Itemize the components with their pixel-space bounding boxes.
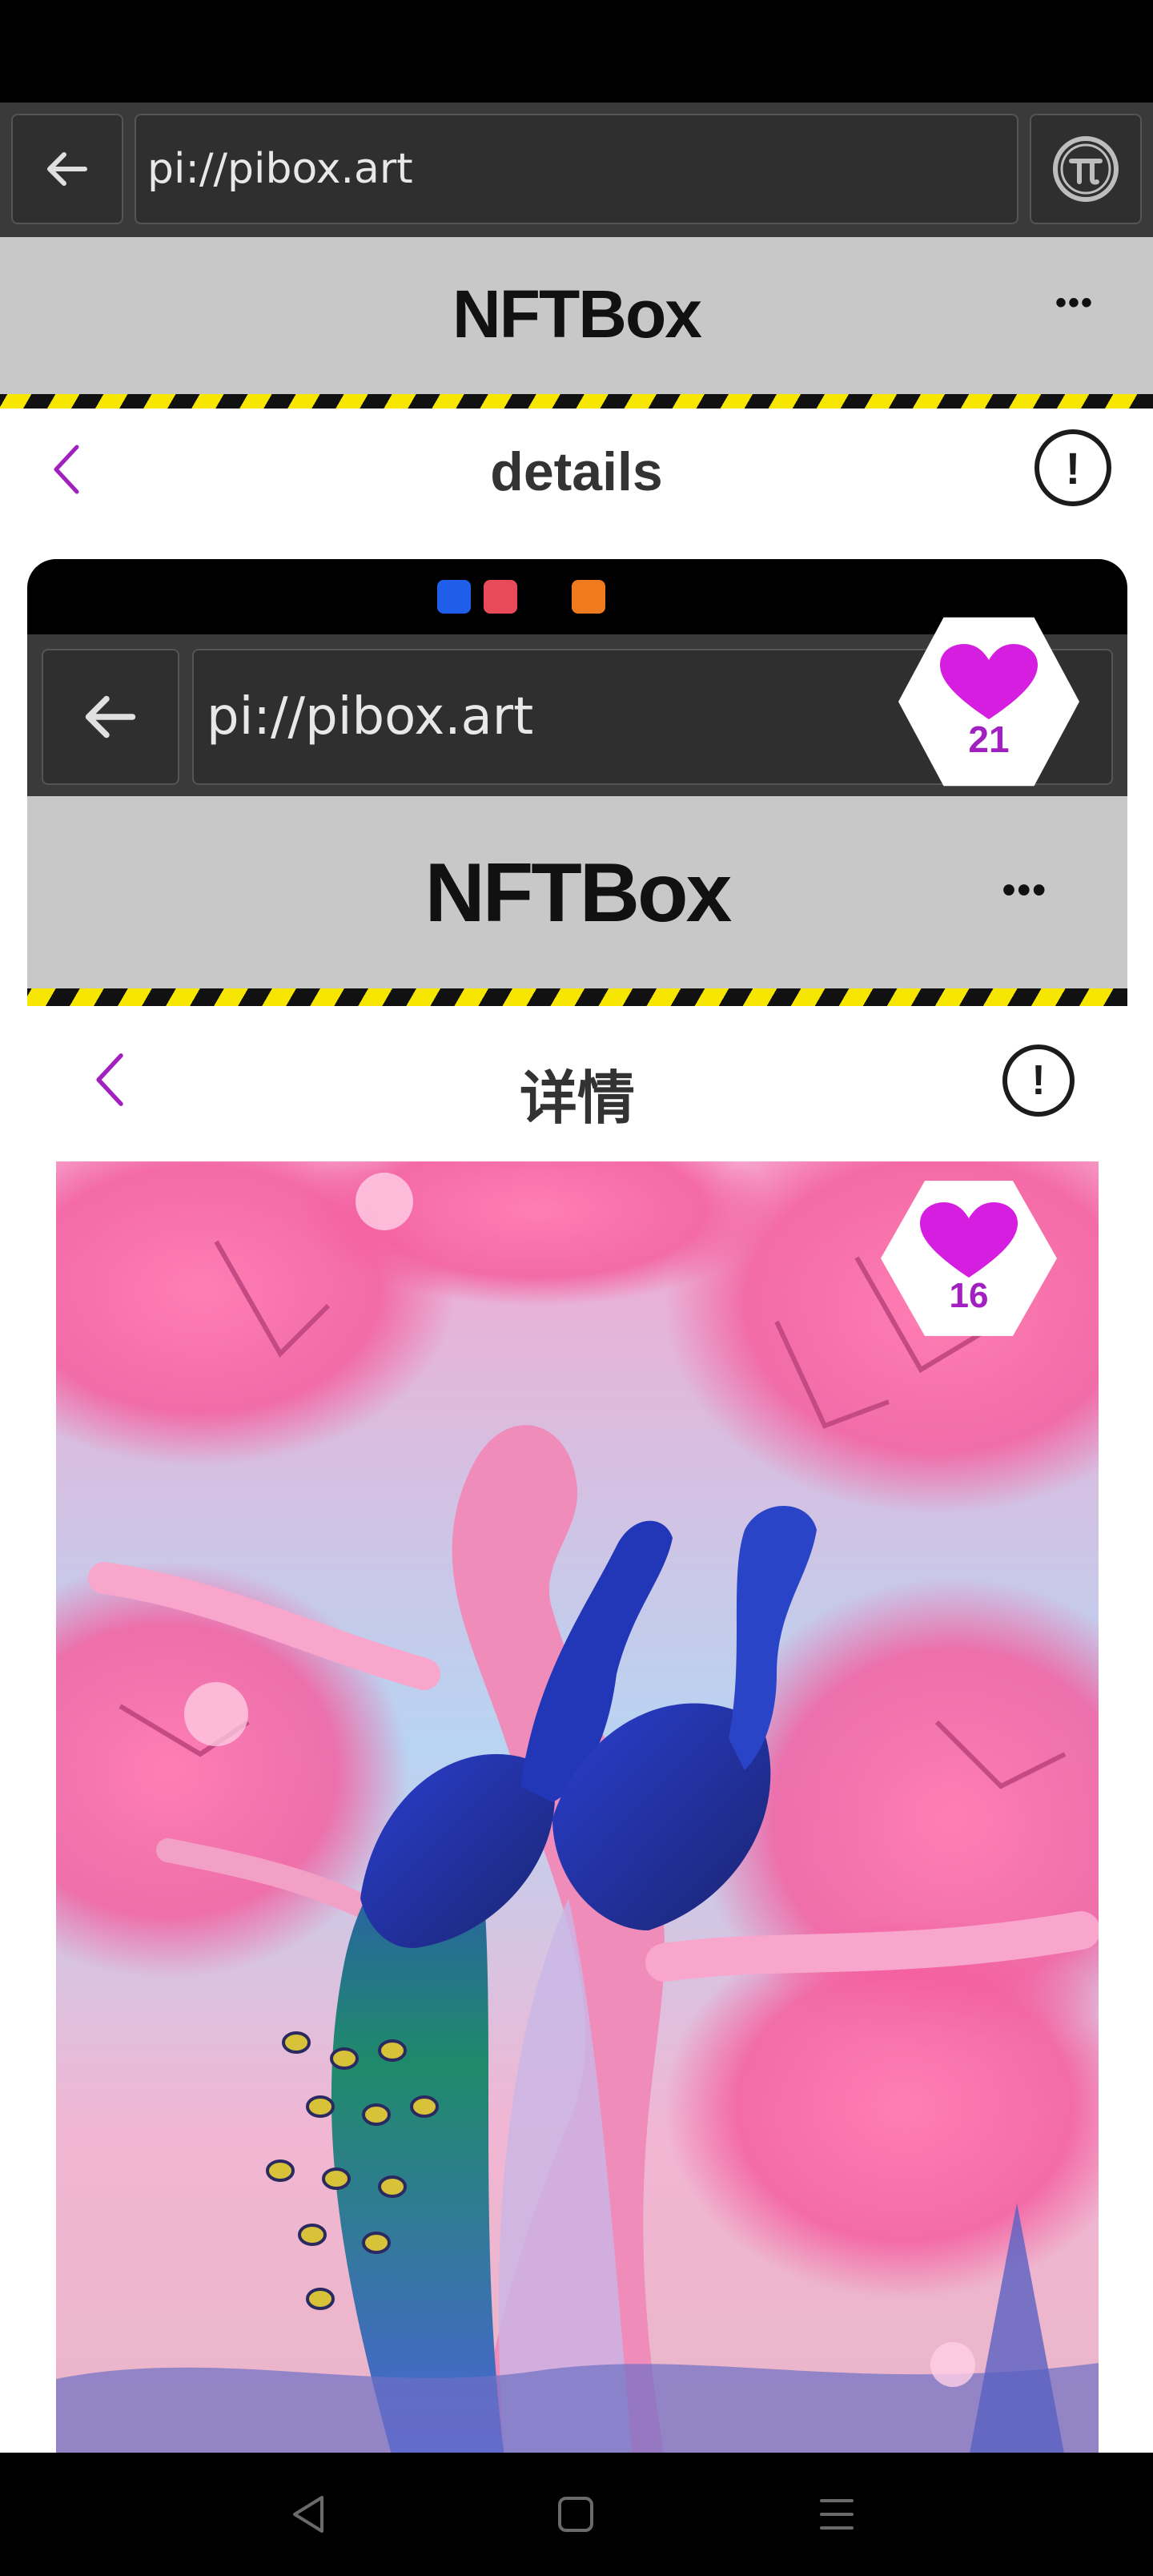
inner-page-title: 详情	[519, 1065, 635, 1132]
report-button[interactable]: !	[1034, 429, 1111, 506]
inner-like-count: 16	[949, 1276, 989, 1315]
nav-back-icon[interactable]	[288, 2493, 328, 2536]
pi-browser-button[interactable]	[1030, 114, 1142, 224]
exclamation-circle-icon: !	[1065, 442, 1081, 493]
inner-app-header: NFTBox •••	[27, 796, 1127, 988]
arrow-left-icon	[47, 152, 87, 186]
play-notification-icon	[572, 580, 605, 614]
peacock-artwork	[56, 1161, 1099, 2457]
app-title: NFTBox	[452, 276, 702, 352]
inner-report-icon: !	[1002, 1044, 1075, 1117]
inner-url-text: pi://pibox.art	[207, 687, 534, 747]
browser-back-button[interactable]	[11, 114, 123, 224]
artwork-preview-card[interactable]: pi://pibox.art NFTBox ••• 详情 ! 16	[27, 559, 1127, 2457]
inner-more-menu: •••	[1002, 869, 1047, 912]
more-menu-button[interactable]: •••	[1055, 285, 1094, 321]
like-count: 21	[968, 718, 1010, 760]
nav-menu-icon[interactable]	[817, 2494, 857, 2534]
inner-hazard-stripe	[27, 988, 1127, 1006]
url-text: pi://pibox.art	[147, 145, 413, 193]
inner-app-title: NFTBox	[424, 847, 733, 940]
exclamation-circle-icon: !	[1031, 1057, 1046, 1104]
url-field[interactable]: pi://pibox.art	[135, 114, 1018, 224]
hazard-stripe	[0, 394, 1153, 409]
system-nav-bar	[0, 2453, 1153, 2576]
status-bar	[0, 0, 1153, 103]
nav-home-icon[interactable]	[556, 2494, 596, 2534]
app-header: NFTBox •••	[0, 237, 1153, 394]
inner-back-button	[42, 649, 179, 785]
heart-icon	[940, 644, 1038, 719]
heart-icon	[920, 1202, 1018, 1278]
arrow-left-icon	[85, 695, 136, 739]
peacock-artwork-image	[56, 1161, 1099, 2457]
book-notification-icon	[484, 580, 517, 614]
app-notification-icon	[437, 580, 471, 614]
page-title: details	[490, 441, 663, 502]
browser-toolbar: pi://pibox.art	[0, 103, 1153, 237]
pi-logo-icon	[1053, 136, 1119, 202]
